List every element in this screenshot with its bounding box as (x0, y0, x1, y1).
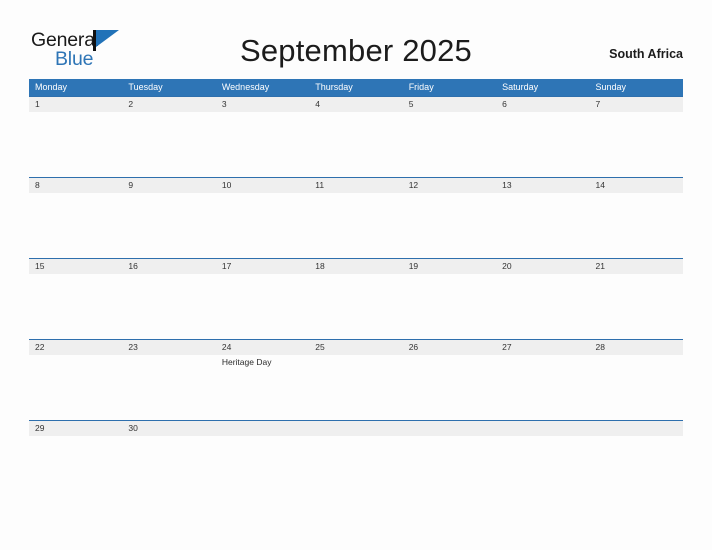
calendar-day-cell[interactable]: 23 (122, 340, 215, 419)
weekday-sunday: Sunday (595, 82, 627, 92)
calendar-day-cell[interactable]: 1 (29, 97, 122, 176)
page-header: General Blue September 2025 South Africa (0, 0, 712, 78)
day-number: 18 (315, 261, 325, 271)
day-number: 5 (408, 99, 414, 109)
day-number: 13 (502, 180, 512, 190)
week-day-cells: 22 23 24 Heritage Day 25 26 27 28 (29, 340, 683, 419)
weekday-monday: Monday (35, 82, 68, 92)
day-number: 22 (35, 342, 45, 352)
day-number: 11 (315, 180, 325, 190)
day-number: 12 (408, 180, 419, 190)
calendar-day-cell[interactable]: 21 (590, 259, 683, 338)
calendar-day-cell-empty (216, 421, 309, 500)
day-number: 29 (35, 423, 45, 433)
calendar-week-row: 8 9 10 11 12 13 14 (29, 177, 683, 258)
day-number: 17 (221, 261, 232, 271)
holiday-label: Heritage Day (221, 357, 272, 367)
calendar-day-cell[interactable]: 11 (309, 178, 402, 257)
day-number: 1 (35, 99, 40, 109)
calendar-day-cell[interactable]: 18 (309, 259, 402, 338)
day-number: 2 (128, 99, 134, 109)
calendar-day-cell[interactable]: 9 (122, 178, 215, 257)
calendar-day-cell[interactable]: 12 (403, 178, 496, 257)
day-number: 23 (128, 342, 138, 352)
week-day-cells: 1 2 3 4 5 6 7 (29, 97, 683, 176)
calendar-day-cell[interactable]: 6 (496, 97, 589, 176)
day-number: 9 (128, 180, 134, 190)
week-day-cells: 8 9 10 11 12 13 14 (29, 178, 683, 257)
country-label: South Africa (609, 47, 683, 61)
calendar-page: General Blue September 2025 South Africa… (0, 0, 712, 550)
calendar-day-cell-empty (403, 421, 496, 500)
calendar-week-row: 29 30 (29, 420, 683, 501)
day-events: Heritage Day (222, 357, 309, 368)
calendar-week-row: 1 2 3 4 5 6 7 (29, 96, 683, 177)
calendar-day-cell-empty (309, 421, 402, 500)
weekday-header-row: Monday Tuesday Wednesday Thursday Friday… (29, 79, 683, 96)
weekday-friday: Friday (408, 82, 434, 92)
day-number: 7 (595, 99, 601, 109)
calendar-day-cell[interactable]: 25 (309, 340, 402, 419)
day-number: 19 (408, 261, 419, 271)
day-number: 14 (595, 180, 605, 190)
calendar-day-cell[interactable]: 8 (29, 178, 122, 257)
calendar-weeks: 1 2 3 4 5 6 7 8 9 10 11 12 13 14 15 16 17 18 19 20 21 22 23 24 H… (29, 96, 683, 501)
day-number: 4 (315, 99, 320, 109)
calendar-day-cell-empty (496, 421, 589, 500)
calendar-day-cell[interactable]: 27 (496, 340, 589, 419)
calendar-day-cell[interactable]: 22 (29, 340, 122, 419)
day-number: 25 (315, 342, 325, 352)
calendar-day-cell[interactable]: 28 (590, 340, 683, 419)
day-number: 10 (221, 180, 232, 190)
calendar-day-cell[interactable]: 26 (403, 340, 496, 419)
day-number: 15 (35, 261, 45, 271)
calendar-day-cell[interactable]: 17 (216, 259, 309, 338)
calendar-day-cell[interactable]: 2 (122, 97, 215, 176)
calendar-week-row: 22 23 24 Heritage Day 25 26 27 28 (29, 339, 683, 420)
day-number: 3 (221, 99, 227, 109)
day-number: 21 (595, 261, 605, 271)
calendar-day-cell[interactable]: 30 (122, 421, 215, 500)
day-number: 26 (408, 342, 419, 352)
weekday-saturday: Saturday (502, 82, 539, 92)
day-number: 24 (221, 342, 232, 352)
calendar-day-cell[interactable]: 4 (309, 97, 402, 176)
day-number: 20 (502, 261, 512, 271)
weekday-wednesday: Wednesday (221, 82, 270, 92)
calendar-day-cell[interactable]: 29 (29, 421, 122, 500)
calendar-day-cell[interactable]: 13 (496, 178, 589, 257)
day-number: 28 (595, 342, 605, 352)
calendar-day-cell[interactable]: 24 Heritage Day (216, 340, 309, 419)
weekday-thursday: Thursday (315, 82, 353, 92)
calendar-day-cell[interactable]: 20 (496, 259, 589, 338)
calendar-day-cell[interactable]: 10 (216, 178, 309, 257)
day-number: 27 (502, 342, 512, 352)
day-number: 30 (128, 423, 138, 433)
calendar-week-row: 15 16 17 18 19 20 21 (29, 258, 683, 339)
calendar-day-cell[interactable]: 19 (403, 259, 496, 338)
calendar-day-cell[interactable]: 15 (29, 259, 122, 338)
calendar-day-cell[interactable]: 14 (590, 178, 683, 257)
calendar-day-cell-empty (590, 421, 683, 500)
week-day-cells: 15 16 17 18 19 20 21 (29, 259, 683, 338)
calendar-day-cell[interactable]: 7 (590, 97, 683, 176)
day-number: 6 (502, 99, 507, 109)
calendar-day-cell[interactable]: 16 (122, 259, 215, 338)
week-day-cells: 29 30 (29, 421, 683, 500)
day-number: 8 (35, 180, 40, 190)
calendar-grid: Monday Tuesday Wednesday Thursday Friday… (29, 79, 683, 501)
weekday-tuesday: Tuesday (128, 82, 163, 92)
calendar-day-cell[interactable]: 3 (216, 97, 309, 176)
day-number: 16 (128, 261, 138, 271)
calendar-day-cell[interactable]: 5 (403, 97, 496, 176)
page-title: September 2025 (239, 33, 472, 68)
